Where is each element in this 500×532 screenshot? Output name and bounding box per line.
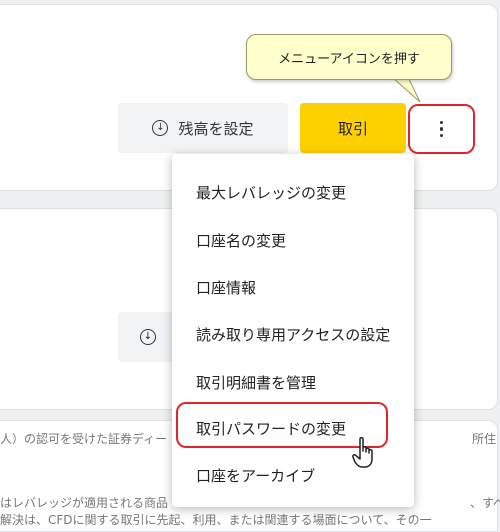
menu-button[interactable] xyxy=(408,104,475,154)
trade-label: 取引 xyxy=(337,119,368,138)
disclaimer-text: 、すべ xyxy=(470,496,500,510)
disclaimer-text: はレバレッジが適用される商品 xyxy=(0,496,169,510)
download-circle-icon: ↓ xyxy=(152,120,169,136)
menu-item-account-info[interactable]: 口座情報 xyxy=(196,277,256,298)
callout-tooltip: メニューアイコンを押す xyxy=(246,34,452,80)
disclaimer-text: 所住 xyxy=(472,432,497,446)
trade-button[interactable]: 取引 xyxy=(300,103,406,153)
disclaimer-text: 人）の認可を受けた証券ディー xyxy=(0,432,168,446)
menu-item-manage-statements[interactable]: 取引明細書を管理 xyxy=(196,372,316,393)
more-vertical-icon xyxy=(439,120,444,138)
set-balance-button-secondary[interactable]: ↓ xyxy=(118,312,178,362)
menu-item-rename-account[interactable]: 口座名の変更 xyxy=(196,230,286,251)
disclaimer-text: 解決は、CFDに関する取引に先起、利用、または関連する場面について、その一 xyxy=(0,513,432,527)
download-circle-icon: ↓ xyxy=(140,329,156,345)
set-balance-button[interactable]: ↓ 残高を設定 xyxy=(118,103,288,153)
menu-item-archive-account[interactable]: 口座をアーカイブ xyxy=(196,465,315,486)
hand-cursor-icon xyxy=(352,436,373,468)
menu-item-read-only-access[interactable]: 読み取り専用アクセスの設定 xyxy=(196,324,390,345)
set-balance-label: 残高を設定 xyxy=(178,119,254,138)
tooltip-text: メニューアイコンを押す xyxy=(278,51,420,67)
menu-item-max-leverage[interactable]: 最大レバレッジの変更 xyxy=(196,182,346,203)
